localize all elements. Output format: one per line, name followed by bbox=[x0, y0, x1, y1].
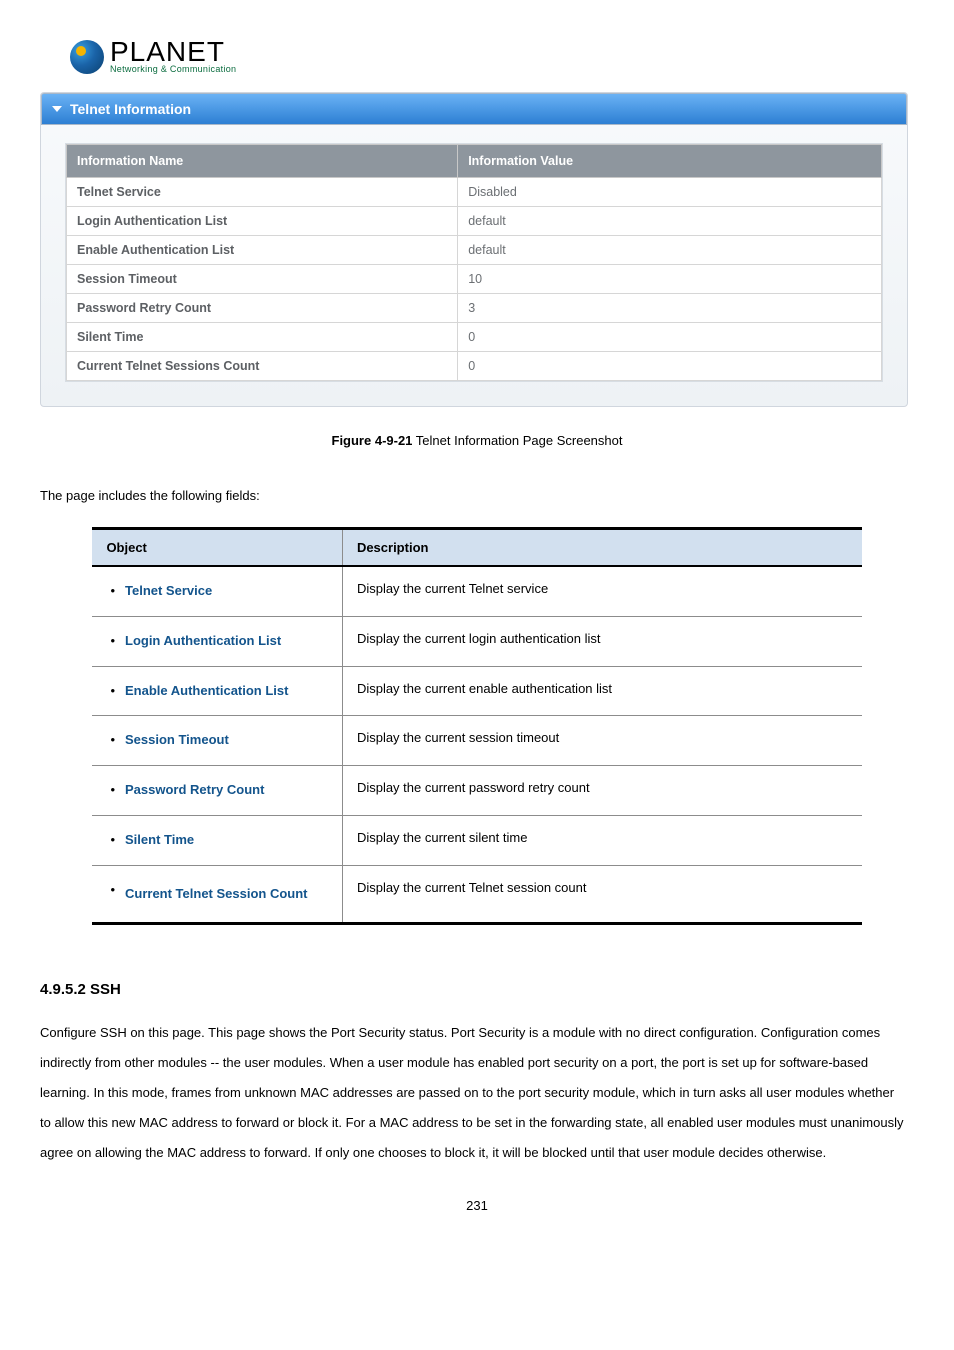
row-name: Silent Time bbox=[67, 323, 458, 352]
panel-header[interactable]: Telnet Information bbox=[41, 93, 907, 125]
table-row: Telnet ServiceDisabled bbox=[67, 178, 882, 207]
table-row: Current Telnet Sessions Count0 bbox=[67, 352, 882, 381]
object-desc: Display the current silent time bbox=[342, 815, 861, 865]
object-desc: Display the current Telnet session count bbox=[342, 865, 861, 924]
section-paragraph: Configure SSH on this page. This page sh… bbox=[40, 1018, 908, 1167]
row-name: Current Telnet Sessions Count bbox=[67, 352, 458, 381]
col-header-description: Description bbox=[342, 529, 861, 567]
object-label: Telnet Service bbox=[125, 581, 212, 602]
panel-title: Telnet Information bbox=[70, 101, 191, 117]
row-value: Disabled bbox=[458, 178, 882, 207]
table-row: • Password Retry Count Display the curren… bbox=[92, 766, 861, 816]
table-row: • Login Authentication List Display the c… bbox=[92, 616, 861, 666]
table-row: • Telnet Service Display the current Teln… bbox=[92, 566, 861, 616]
object-label: Silent Time bbox=[125, 830, 194, 851]
table-row: Login Authentication Listdefault bbox=[67, 207, 882, 236]
row-name: Enable Authentication List bbox=[67, 236, 458, 265]
object-label: Password Retry Count bbox=[125, 780, 264, 801]
object-desc: Display the current password retry count bbox=[342, 766, 861, 816]
row-value: 10 bbox=[458, 265, 882, 294]
object-desc: Display the current session timeout bbox=[342, 716, 861, 766]
brand-logo: PLANET Networking & Communication bbox=[70, 40, 914, 74]
figure-text: Telnet Information Page Screenshot bbox=[412, 433, 622, 448]
object-desc: Display the current login authentication… bbox=[342, 616, 861, 666]
planet-globe-icon bbox=[70, 40, 104, 74]
object-label: Enable Authentication List bbox=[125, 681, 288, 702]
description-table: Object Description • Telnet Service Displ… bbox=[92, 527, 861, 925]
col-header-value: Information Value bbox=[458, 145, 882, 178]
row-name: Password Retry Count bbox=[67, 294, 458, 323]
row-name: Login Authentication List bbox=[67, 207, 458, 236]
table-row: • Silent Time Display the current silent … bbox=[92, 815, 861, 865]
logo-word: PLANET bbox=[110, 40, 236, 64]
object-label: Session Timeout bbox=[125, 730, 229, 751]
object-desc: Display the current Telnet service bbox=[342, 566, 861, 616]
object-label: Login Authentication List bbox=[125, 631, 281, 652]
col-header-object: Object bbox=[92, 529, 342, 567]
table-row: Silent Time0 bbox=[67, 323, 882, 352]
intro-text: The page includes the following fields: bbox=[40, 488, 914, 503]
table-row: • Session Timeout Display the current ses… bbox=[92, 716, 861, 766]
row-value: default bbox=[458, 207, 882, 236]
row-value: 0 bbox=[458, 352, 882, 381]
table-row: • Enable Authentication List Display the … bbox=[92, 666, 861, 716]
bullet-icon: • bbox=[106, 880, 115, 901]
chevron-down-icon bbox=[52, 106, 62, 112]
telnet-info-panel: Telnet Information Information Name Info… bbox=[40, 92, 908, 407]
figure-number: Figure 4-9-21 bbox=[332, 433, 413, 448]
logo-tagline: Networking & Communication bbox=[110, 64, 236, 74]
object-label: Current Telnet Session Count bbox=[125, 880, 308, 909]
figure-caption: Figure 4-9-21 Telnet Information Page Sc… bbox=[40, 433, 914, 448]
page-number: 231 bbox=[40, 1198, 914, 1213]
row-value: 3 bbox=[458, 294, 882, 323]
row-name: Session Timeout bbox=[67, 265, 458, 294]
bullet-icon: • bbox=[106, 830, 115, 851]
table-row: Password Retry Count3 bbox=[67, 294, 882, 323]
object-desc: Display the current enable authenticatio… bbox=[342, 666, 861, 716]
row-value: default bbox=[458, 236, 882, 265]
table-row: Session Timeout10 bbox=[67, 265, 882, 294]
section-heading: 4.9.5.2 SSH bbox=[40, 981, 914, 998]
table-row: Enable Authentication Listdefault bbox=[67, 236, 882, 265]
bullet-icon: • bbox=[106, 631, 115, 652]
row-value: 0 bbox=[458, 323, 882, 352]
info-table: Information Name Information Value Telne… bbox=[66, 144, 882, 381]
bullet-icon: • bbox=[106, 730, 115, 751]
table-row: • Current Telnet Session Count Display th… bbox=[92, 865, 861, 924]
bullet-icon: • bbox=[106, 780, 115, 801]
bullet-icon: • bbox=[106, 681, 115, 702]
row-name: Telnet Service bbox=[67, 178, 458, 207]
bullet-icon: • bbox=[106, 581, 115, 602]
col-header-name: Information Name bbox=[67, 145, 458, 178]
